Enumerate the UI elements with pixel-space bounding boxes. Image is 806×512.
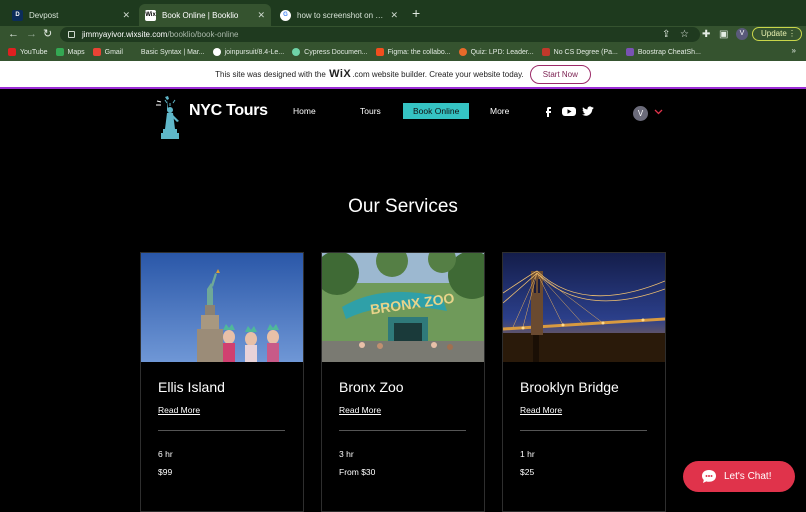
chat-bubble-icon [702,470,716,483]
service-name[interactable]: Bronx Zoo [339,379,404,395]
bookmark-joinpursuit[interactable]: joinpursuit/8.4-Le... [212,48,284,56]
update-label: Update [761,29,787,38]
service-name[interactable]: Ellis Island [158,379,225,395]
share-icon[interactable]: ⇪ [662,28,670,41]
bookmark-bootstrap[interactable]: Boostrap CheatSh... [625,48,701,56]
quiz-icon [458,48,467,56]
figma-icon [375,48,384,56]
service-duration: 1 hr [520,449,535,459]
service-card-ellis-island[interactable]: Ellis Island Read More 6 hr $99 [140,252,304,512]
browser-tab-bar: D Devpost ✕ Wix Book Online | Booklio ✕ … [0,0,806,26]
page-title: Our Services [348,196,458,217]
devpost-favicon-icon: D [12,9,23,21]
new-tab-icon[interactable]: + [412,6,420,20]
service-card-bronx-zoo[interactable]: BRONX ZOO Bronx Zoo Read More 3 hr From … [321,252,485,512]
close-tab-icon[interactable]: ✕ [390,10,398,21]
github-icon [212,48,221,56]
sidebar-icon[interactable]: ▣ [719,28,728,41]
wix-promo-banner: This site was designed with the WiX .com … [0,61,806,89]
tab-title: Devpost [29,10,59,20]
forward-arrow-icon[interactable]: → [26,27,37,42]
twitter-icon[interactable] [582,105,594,117]
maps-icon [55,48,64,56]
wix-logo: WiX [329,68,352,80]
wix-banner-text: This site was designed with the [215,69,326,79]
bookmark-youtube[interactable]: YouTube [8,48,48,56]
close-tab-icon[interactable]: ✕ [257,10,265,21]
youtube-social-icon[interactable] [562,105,576,117]
address-bar[interactable]: jimmyayivor.wixsite.com/booklio/book-onl… [60,27,700,42]
read-more-link[interactable]: Read More [520,405,562,415]
service-duration: 6 hr [158,449,173,459]
wix-banner-text-2: .com website builder. Create your websit… [352,69,524,79]
wix-favicon-icon: Wix [145,9,156,21]
read-more-link[interactable]: Read More [158,405,200,415]
url-path: /booklio/book-online [167,30,239,39]
youtube-icon [8,48,16,56]
service-name[interactable]: Brooklyn Bridge [520,379,619,395]
brooklyn-bridge-image[interactable] [503,253,665,362]
chat-label: Let's Chat! [724,471,772,482]
chat-button[interactable]: Let's Chat! [683,461,795,492]
google-favicon-icon: G [280,9,291,21]
divider [339,430,466,431]
browser-toolbar: ← → ↻ jimmyayivor.wixsite.com/booklio/bo… [0,26,806,43]
more-menu-icon: ⋮ [788,29,796,38]
chevron-down-icon[interactable] [654,109,663,115]
nav-tours[interactable]: Tours [360,106,381,116]
statue-of-liberty-logo-icon[interactable] [155,95,185,139]
reload-icon[interactable]: ↻ [43,27,52,42]
ellis-island-image[interactable] [141,253,303,362]
cypress-icon [292,48,301,56]
tab-title: how to screenshot on mac - Go [297,10,384,20]
bookmark-quiz[interactable]: Quiz: LPD: Leader... [458,48,534,56]
bronx-zoo-image[interactable]: BRONX ZOO [322,253,484,362]
read-more-link[interactable]: Read More [339,405,381,415]
url-domain: jimmyayivor.wixsite.com [82,30,168,39]
close-tab-icon[interactable]: ✕ [122,10,130,21]
lock-icon [68,31,75,38]
bootstrap-icon [625,48,634,56]
bookmark-gmail[interactable]: Gmail [92,48,123,56]
nav-book-online[interactable]: Book Online [403,103,470,119]
gmail-icon [92,48,101,56]
service-card-brooklyn-bridge[interactable]: Brooklyn Bridge Read More 1 hr $25 [502,252,666,512]
bookmark-cypress[interactable]: Cypress Documen... [292,48,368,56]
tab-devpost[interactable]: D Devpost ✕ [6,4,136,26]
update-button[interactable]: Update ⋮ [752,27,802,41]
extensions-icon[interactable]: ✚ [702,28,710,41]
bookmark-figma[interactable]: Figma: the collabo... [375,48,451,56]
back-arrow-icon[interactable]: ← [8,27,19,42]
user-avatar[interactable]: V [633,106,648,121]
star-icon[interactable]: ☆ [680,28,689,41]
bookmark-maps[interactable]: Maps [55,48,85,56]
divider [158,430,285,431]
start-now-button[interactable]: Start Now [529,64,591,84]
divider [520,430,647,431]
no-cs-degree-icon [541,48,550,56]
profile-avatar[interactable]: V [736,28,748,40]
bookmark-no-cs-degree[interactable]: No CS Degree (Pa... [541,48,618,56]
tab-title: Book Online | Booklio [162,10,239,20]
bookmarks-overflow-icon[interactable]: » [792,46,796,55]
facebook-icon[interactable] [542,105,554,117]
service-price: $99 [158,467,173,477]
tab-google-search[interactable]: G how to screenshot on mac - Go ✕ [274,4,404,26]
service-price: From $30 [339,467,376,477]
tab-book-online[interactable]: Wix Book Online | Booklio ✕ [139,4,271,26]
bookmarks-bar: YouTube Maps Gmail Basic Syntax | Mar...… [0,43,806,61]
nav-more[interactable]: More [490,106,509,116]
site-brand[interactable]: NYC Tours [189,102,268,120]
service-price: $25 [520,467,535,477]
bookmark-basic-syntax[interactable]: Basic Syntax | Mar... [141,49,205,56]
nav-home[interactable]: Home [293,106,316,116]
service-duration: 3 hr [339,449,354,459]
site-header: NYC Tours Home Tours Book Online More V [0,91,806,141]
